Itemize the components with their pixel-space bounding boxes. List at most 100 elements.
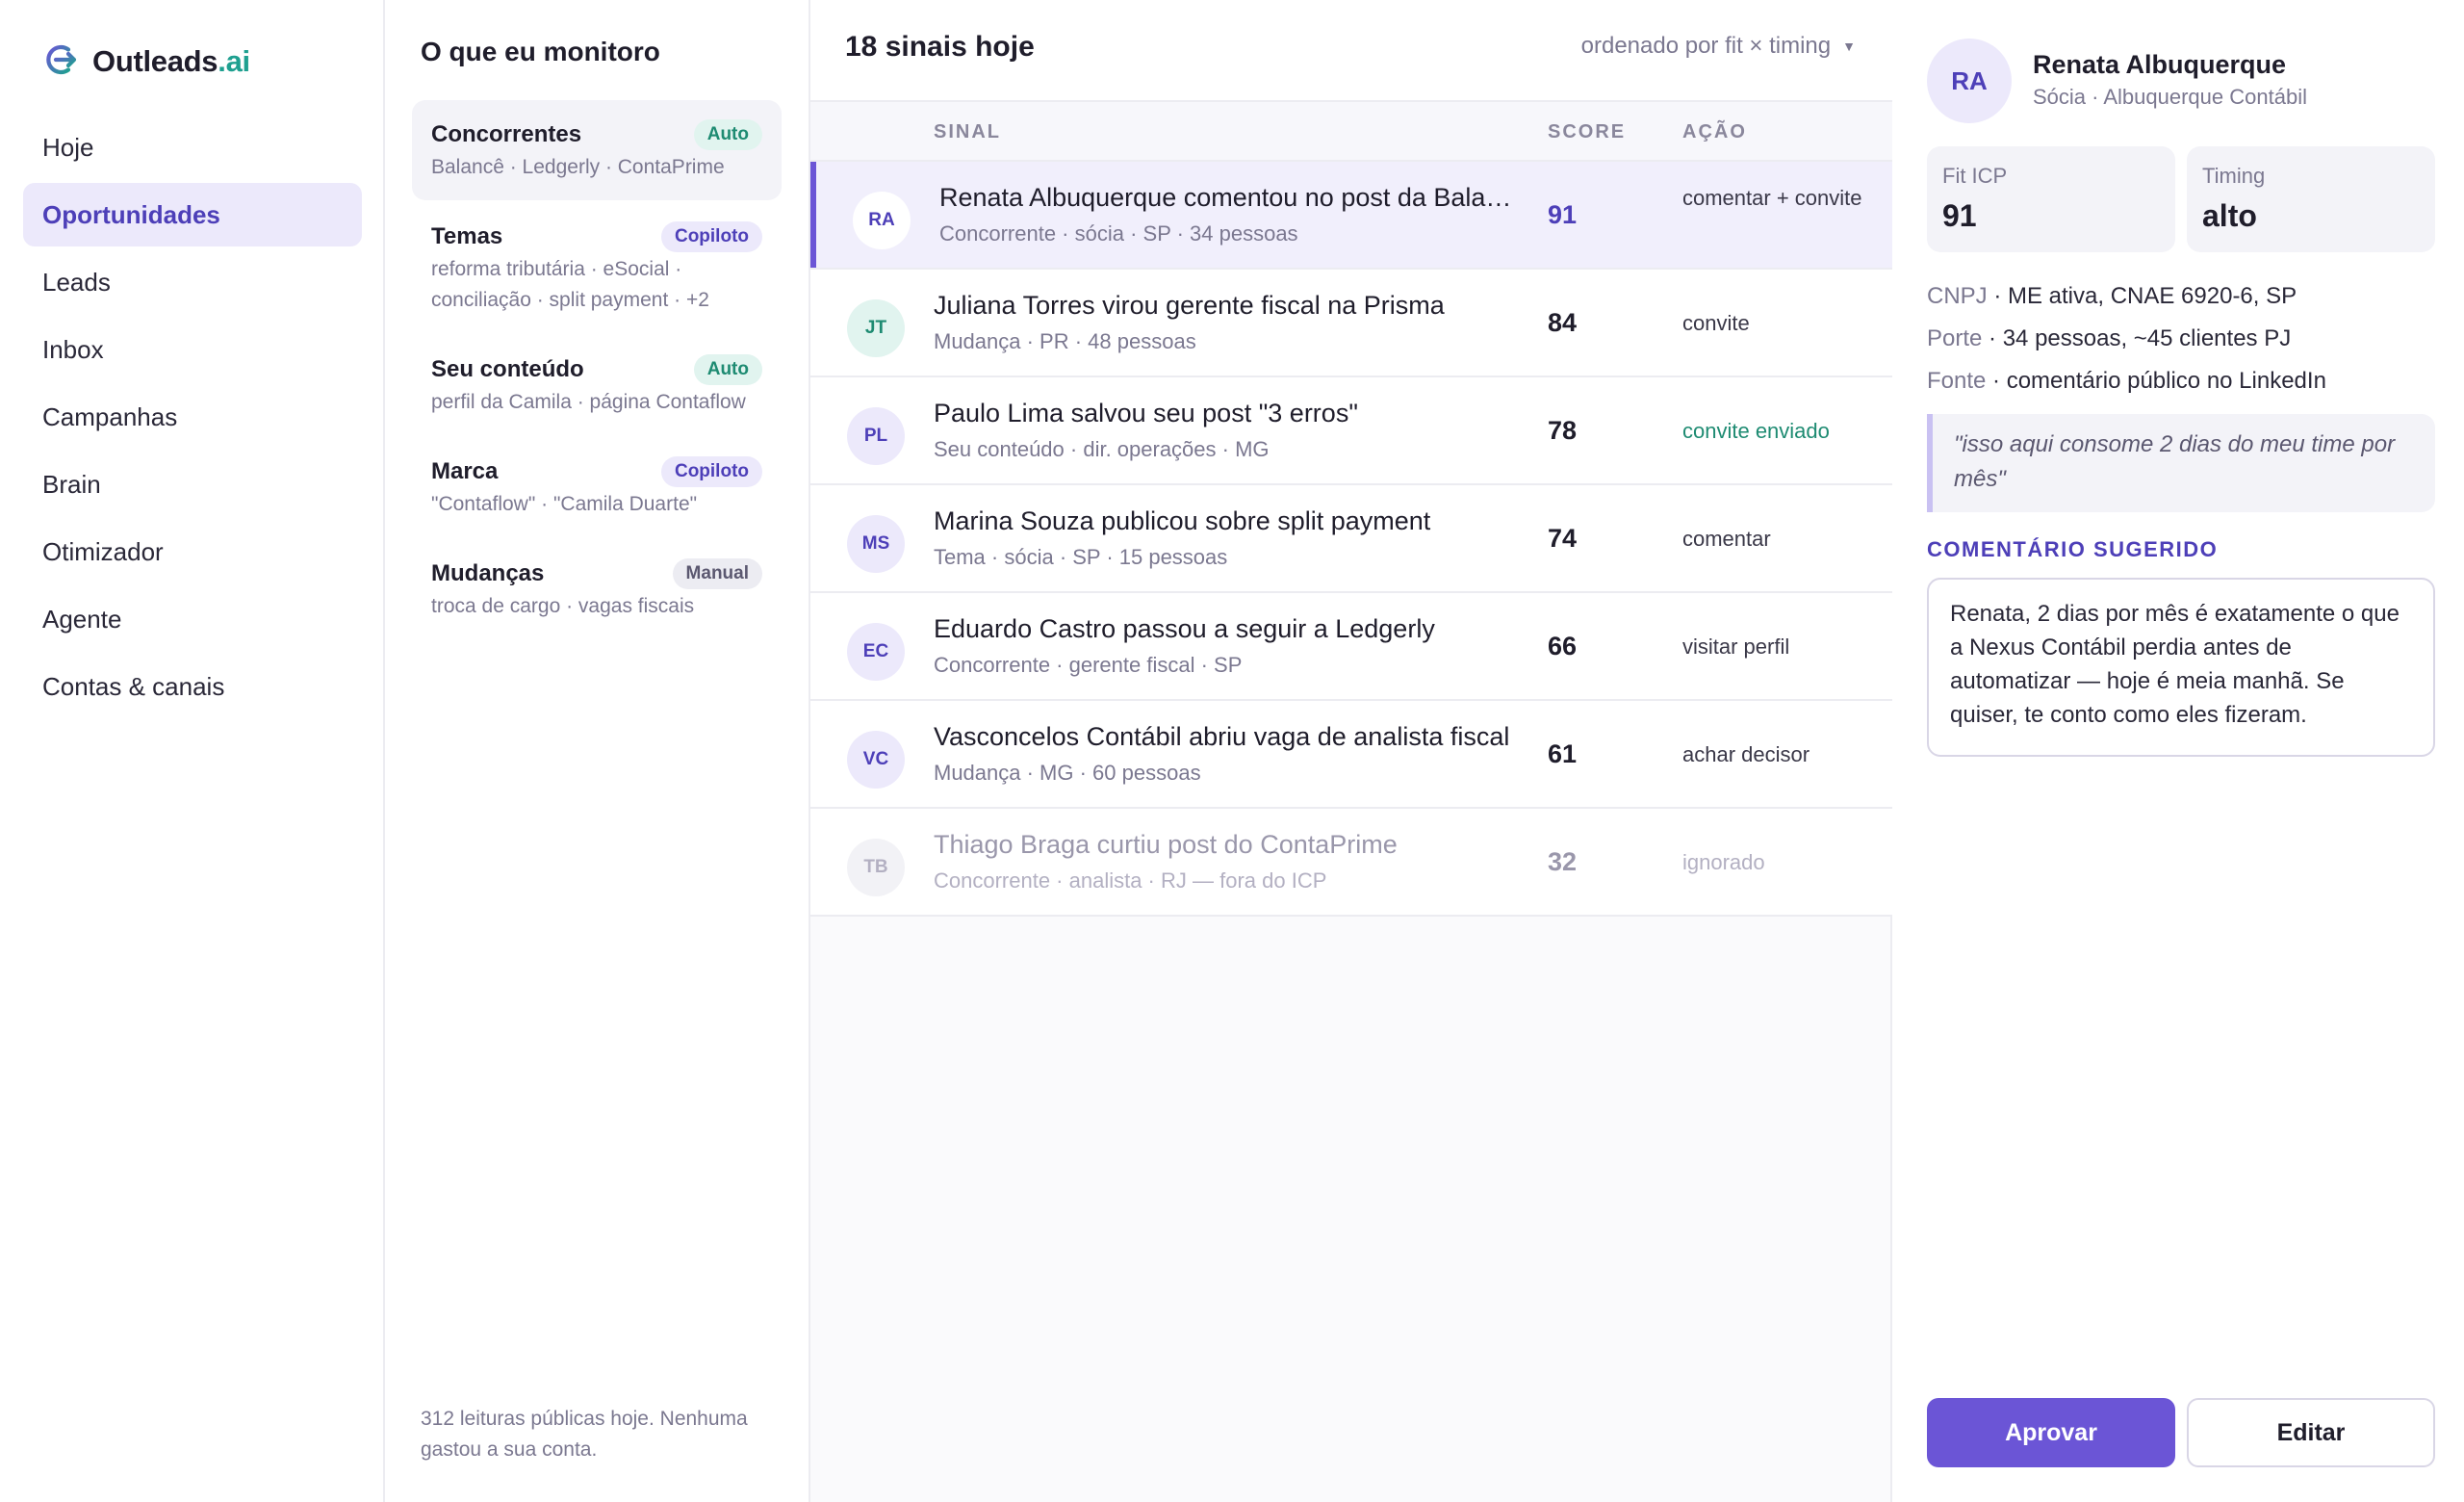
fact-cnpj: CNPJ · ME ativa, CNAE 6920-6, SP — [1927, 283, 2297, 309]
signals-table-header: SINAL SCORE AÇÃO — [810, 102, 1892, 162]
sort-dropdown[interactable]: ordenado por fit × timing ▼ — [1581, 33, 1856, 60]
lead-facts: CNPJ · ME ativa, CNAE 6920-6, SP Porte ·… — [1927, 275, 2437, 402]
avatar: RA — [1927, 39, 2012, 123]
avatar: RA — [853, 192, 911, 249]
fit-icp-label: Fit ICP — [1942, 164, 2008, 188]
signal-title: Renata Albuquerque comentou no post da B… — [939, 183, 1517, 212]
signal-title: Vasconcelos Contábil abriu vaga de anali… — [934, 722, 1510, 751]
signal-score: 84 — [1548, 308, 1578, 337]
signal-row[interactable]: JT Juliana Torres virou gerente fiscal n… — [810, 270, 1892, 377]
monitor-footer: 312 leituras públicas hoje. Nenhuma gast… — [421, 1408, 748, 1461]
signal-score: 32 — [1548, 847, 1578, 876]
avatar: EC — [847, 623, 905, 681]
signal-title: Marina Souza publicou sobre split paymen… — [934, 506, 1431, 535]
signal-score: 61 — [1548, 739, 1578, 768]
fit-icp-card: Fit ICP 91 — [1927, 146, 2175, 252]
monitor-list: Concorrentes Auto Balancê · Ledgerly · C… — [412, 100, 782, 641]
fact-porte: Porte · 34 pessoas, ~45 clientes PJ — [1927, 325, 2292, 351]
approve-button[interactable]: Aprovar — [1927, 1398, 2175, 1467]
avatar: VC — [847, 731, 905, 789]
signal-meta: Tema · sócia · SP · 15 pessoas — [934, 545, 1228, 569]
suggested-comment-label: COMENTÁRIO SUGERIDO — [1927, 537, 2219, 561]
signal-action-status: convite enviado — [1682, 419, 1830, 443]
nav-item-brain[interactable]: Brain — [23, 453, 362, 516]
signal-meta: Concorrente · gerente fiscal · SP — [934, 653, 1243, 677]
monitor-panel: O que eu monitoro Concorrentes Auto Bala… — [385, 0, 810, 1502]
avatar: PL — [847, 407, 905, 465]
monitor-item-name: Concorrentes — [431, 121, 582, 147]
timing-card: Timing alto — [2187, 146, 2435, 252]
column-header-action: AÇÃO — [1682, 121, 1747, 142]
signal-score: 91 — [1548, 200, 1578, 229]
signal-meta: Mudança · PR · 48 pessoas — [934, 329, 1196, 353]
mode-badge: Copiloto — [660, 221, 762, 252]
signal-title: Thiago Braga curtiu post do ContaPrime — [934, 830, 1398, 859]
signal-action[interactable]: comentar — [1682, 524, 1875, 555]
signal-meta: Concorrente · sócia · SP · 34 pessoas — [939, 221, 1298, 246]
edit-button[interactable]: Editar — [2187, 1398, 2435, 1467]
main-nav: Hoje Oportunidades Leads Inbox Campanhas… — [23, 116, 362, 722]
monitor-title: O que eu monitoro — [421, 37, 660, 66]
signal-title: Juliana Torres virou gerente fiscal na P… — [934, 291, 1445, 320]
column-header-signal: SINAL — [934, 121, 1001, 142]
nav-item-oportunidades[interactable]: Oportunidades — [23, 183, 362, 246]
avatar: TB — [847, 839, 905, 896]
monitor-item-desc: reforma tributária · eSocial · conciliaç… — [431, 258, 709, 311]
monitor-item-temas[interactable]: Temas Copiloto reforma tributária · eSoc… — [412, 202, 782, 333]
signal-meta: Concorrente · analista · RJ — fora do IC… — [934, 868, 1327, 893]
monitor-item-seu-conteudo[interactable]: Seu conteúdo Auto perfil da Camila · pág… — [412, 335, 782, 435]
signal-row[interactable]: VC Vasconcelos Contábil abriu vaga de an… — [810, 701, 1892, 809]
signal-action[interactable]: achar decisor — [1682, 739, 1875, 770]
signal-row[interactable]: RA Renata Albuquerque comentou no post d… — [810, 162, 1892, 270]
signal-row[interactable]: PL Paulo Lima salvou seu post "3 erros" … — [810, 377, 1892, 485]
signal-title: Eduardo Castro passou a seguir a Ledgerl… — [934, 614, 1435, 643]
sidebar: Outleads.ai Hoje Oportunidades Leads Inb… — [0, 0, 385, 1502]
nav-item-leads[interactable]: Leads — [23, 250, 362, 314]
avatar: MS — [847, 515, 905, 573]
suggested-comment-textarea[interactable]: Renata, 2 dias por mês é exatamente o qu… — [1927, 578, 2435, 757]
monitor-item-desc: perfil da Camila · página Contaflow — [431, 391, 746, 413]
signals-panel: 18 sinais hoje ordenado por fit × timing… — [810, 0, 1892, 1502]
timing-label: Timing — [2202, 164, 2266, 188]
signals-header: 18 sinais hoje ordenado por fit × timing… — [810, 0, 1892, 102]
brand[interactable]: Outleads.ai — [42, 42, 250, 81]
lead-quote: "isso aqui consome 2 dias do meu time po… — [1927, 414, 2435, 512]
mode-badge: Manual — [672, 558, 762, 589]
signal-action[interactable]: convite — [1682, 308, 1875, 339]
column-header-score: SCORE — [1548, 121, 1627, 142]
nav-item-contas-canais[interactable]: Contas & canais — [23, 655, 362, 718]
signal-action[interactable]: comentar + convite — [1682, 183, 1875, 214]
nav-item-campanhas[interactable]: Campanhas — [23, 385, 362, 449]
monitor-item-concorrentes[interactable]: Concorrentes Auto Balancê · Ledgerly · C… — [412, 100, 782, 200]
mode-badge: Auto — [693, 119, 762, 150]
signal-row[interactable]: TB Thiago Braga curtiu post do ContaPrim… — [810, 809, 1892, 917]
signal-row[interactable]: MS Marina Souza publicou sobre split pay… — [810, 485, 1892, 593]
signal-meta: Mudança · MG · 60 pessoas — [934, 761, 1201, 785]
nav-item-inbox[interactable]: Inbox — [23, 318, 362, 381]
nav-item-hoje[interactable]: Hoje — [23, 116, 362, 179]
signal-action[interactable]: visitar perfil — [1682, 632, 1875, 662]
monitor-item-desc: "Contaflow" · "Camila Duarte" — [431, 493, 698, 515]
sort-label: ordenado por fit × timing — [1580, 33, 1832, 59]
chevron-down-icon: ▼ — [1842, 39, 1856, 54]
monitor-item-desc: Balancê · Ledgerly · ContaPrime — [431, 156, 725, 178]
nav-item-otimizador[interactable]: Otimizador — [23, 520, 362, 583]
monitor-item-name: Mudanças — [431, 560, 545, 586]
signal-score: 66 — [1548, 632, 1578, 660]
lead-detail-panel: RA Renata Albuquerque Sócia · Albuquerqu… — [1892, 0, 2464, 1502]
monitor-item-marca[interactable]: Marca Copiloto "Contaflow" · "Camila Dua… — [412, 437, 782, 537]
lead-name: Renata Albuquerque — [2033, 50, 2287, 79]
avatar: JT — [847, 299, 905, 357]
signals-count: 18 sinais hoje — [845, 31, 1035, 63]
nav-item-agente[interactable]: Agente — [23, 587, 362, 651]
signal-action-status: ignorado — [1682, 850, 1765, 874]
signal-score: 74 — [1548, 524, 1578, 553]
fit-icp-value: 91 — [1942, 198, 1977, 233]
monitor-item-desc: troca de cargo · vagas fiscais — [431, 595, 695, 617]
signals-table-body: RA Renata Albuquerque comentou no post d… — [810, 162, 1892, 917]
monitor-item-mudancas[interactable]: Mudanças Manual troca de cargo · vagas f… — [412, 539, 782, 639]
signal-row[interactable]: EC Eduardo Castro passou a seguir a Ledg… — [810, 593, 1892, 701]
outleads-logo-icon — [42, 40, 81, 84]
monitor-item-name: Temas — [431, 223, 503, 249]
monitor-item-name: Marca — [431, 458, 499, 484]
